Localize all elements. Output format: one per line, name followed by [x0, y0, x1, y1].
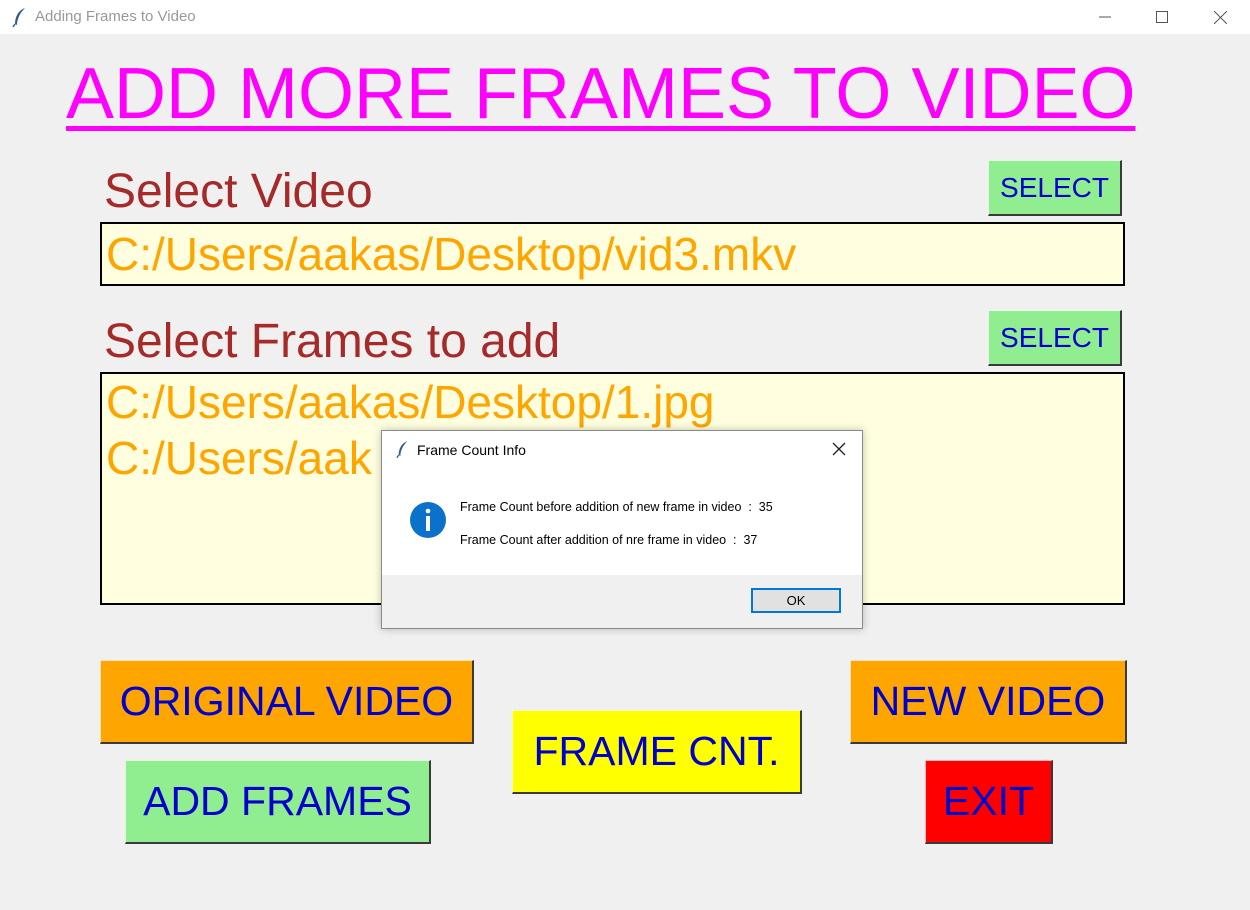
close-button[interactable] [1191, 0, 1249, 34]
app-window: Adding Frames to Video ADD MORE FRAMES T… [0, 0, 1250, 910]
select-video-button[interactable]: SELECT [988, 160, 1122, 216]
frame-count-button[interactable]: FRAME CNT. [512, 710, 802, 794]
add-frames-button[interactable]: ADD FRAMES [125, 760, 431, 844]
maximize-button[interactable] [1133, 0, 1191, 34]
original-video-button[interactable]: ORIGINAL VIDEO [100, 660, 474, 744]
page-heading: ADD MORE FRAMES TO VIDEO [66, 54, 1136, 134]
feather-icon [396, 440, 410, 463]
select-video-label: Select Video [104, 165, 373, 218]
video-path-text: C:/Users/aakas/Desktop/vid3.mkv [106, 228, 797, 280]
select-frames-button[interactable]: SELECT [988, 310, 1122, 366]
video-path-field[interactable]: C:/Users/aakas/Desktop/vid3.mkv [100, 222, 1125, 286]
exit-button[interactable]: EXIT [925, 760, 1053, 844]
minimize-button[interactable] [1076, 0, 1134, 34]
window-title: Adding Frames to Video [35, 8, 196, 25]
frame-path-item: C:/Users/aakas/Desktop/1.jpg [106, 376, 715, 428]
frame-count-dialog: Frame Count Info Frame Count before addi… [381, 430, 863, 629]
maximize-icon [1156, 11, 1168, 23]
new-video-button[interactable]: NEW VIDEO [850, 660, 1127, 744]
dialog-close-icon[interactable] [832, 442, 846, 461]
ok-button[interactable]: OK [751, 588, 841, 613]
dialog-message-after: Frame Count after addition of nre frame … [460, 533, 758, 547]
close-icon [1213, 10, 1227, 24]
select-frames-label: Select Frames to add [104, 315, 561, 368]
title-bar: Adding Frames to Video [0, 0, 1250, 34]
info-icon [409, 501, 447, 544]
dialog-title: Frame Count Info [417, 442, 526, 458]
minimize-icon [1099, 11, 1111, 23]
feather-icon [12, 7, 28, 28]
dialog-message-before: Frame Count before addition of new frame… [460, 500, 773, 514]
